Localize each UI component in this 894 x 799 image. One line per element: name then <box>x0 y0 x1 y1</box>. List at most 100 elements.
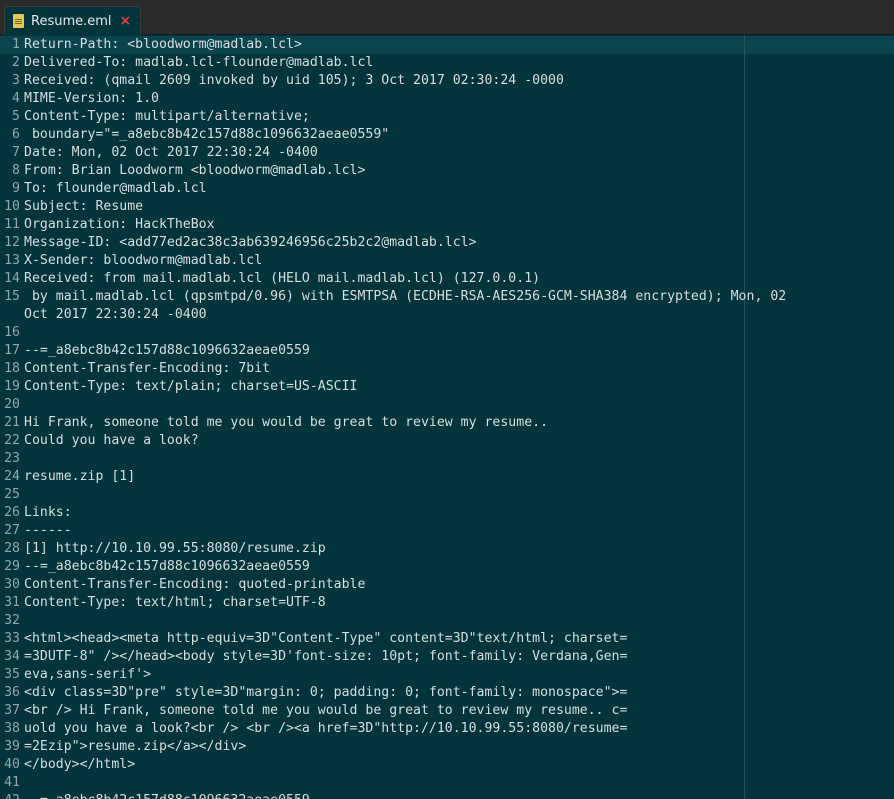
line-number: 20 <box>4 397 20 412</box>
code-line: 33 <html><head><meta http-equiv=3D"Conten… <box>0 630 894 648</box>
line-number: 30 <box>4 577 20 592</box>
tab-bar: Resume.eml × <box>0 0 894 35</box>
line-number: 11 <box>4 217 20 232</box>
line-text: eva,sans-serif'> <box>24 667 152 682</box>
line-text: Content-Type: multipart/alternative; <box>24 109 310 124</box>
line-number: 29 <box>4 559 20 574</box>
line-text: Content-Type: text/html; charset=UTF-8 <box>24 595 326 610</box>
line-number: 19 <box>4 379 20 394</box>
line-text: Hi Frank, someone told me you would be g… <box>24 415 549 430</box>
line-number: 15 <box>4 289 20 304</box>
line-text: Links: <box>24 505 72 520</box>
line-number: 39 <box>4 739 20 754</box>
line-number: 8 <box>12 163 20 178</box>
code-line: 6 boundary="=_a8ebc8b42c157d88c1096632ae… <box>0 126 894 144</box>
editor-area[interactable]: 1 Return-Path: <bloodworm@madlab.lcl> 2 Del… <box>0 35 894 799</box>
code-lines: 1 Return-Path: <bloodworm@madlab.lcl> 2 Del… <box>0 36 894 799</box>
code-line: 25 <box>0 486 894 504</box>
line-text: Content-Type: text/plain; charset=US-ASC… <box>24 379 358 394</box>
line-text: Organization: HackTheBox <box>24 217 215 232</box>
line-number: 28 <box>4 541 20 556</box>
code-line: 11 Organization: HackTheBox <box>0 216 894 234</box>
code-line: 35 eva,sans-serif'> <box>0 666 894 684</box>
line-number: 35 <box>4 667 20 682</box>
line-number: 34 <box>4 649 20 664</box>
code-line: 19 Content-Type: text/plain; charset=US-A… <box>0 378 894 396</box>
line-text: MIME-Version: 1.0 <box>24 91 159 106</box>
code-line: 29 --=_a8ebc8b42c157d88c1096632aeae0559 <box>0 558 894 576</box>
code-line: 9 To: flounder@madlab.lcl <box>0 180 894 198</box>
line-number: 5 <box>12 109 20 124</box>
code-line: 10 Subject: Resume <box>0 198 894 216</box>
line-number: 4 <box>12 91 20 106</box>
line-number: 24 <box>4 469 20 484</box>
code-line: 30 Content-Transfer-Encoding: quoted-prin… <box>0 576 894 594</box>
line-text: Delivered-To: madlab.lcl-flounder@madlab… <box>24 55 374 70</box>
code-line: 7 Date: Mon, 02 Oct 2017 22:30:24 -0400 <box>0 144 894 162</box>
code-line: 4 MIME-Version: 1.0 <box>0 90 894 108</box>
line-text: --=_a8ebc8b42c157d88c1096632aeae0559 <box>24 343 310 358</box>
line-number: 26 <box>4 505 20 520</box>
code-line: 21 Hi Frank, someone told me you would be… <box>0 414 894 432</box>
line-number: 27 <box>4 523 20 538</box>
code-line: 14 Received: from mail.madlab.lcl (HELO m… <box>0 270 894 288</box>
line-number: 7 <box>12 145 20 160</box>
line-number: 10 <box>4 199 20 214</box>
code-line: 16 <box>0 324 894 342</box>
line-number: 38 <box>4 721 20 736</box>
tab-title: Resume.eml <box>31 13 112 29</box>
close-icon[interactable]: × <box>120 13 132 29</box>
line-text: ------ <box>24 523 72 538</box>
code-line: 20 <box>0 396 894 414</box>
line-text: =2Ezip">resume.zip</a></div> <box>24 739 247 754</box>
code-line: 40 </body></html> <box>0 756 894 774</box>
line-text: Subject: Resume <box>24 199 144 214</box>
line-text: <br /> Hi Frank, someone told me you wou… <box>24 703 628 718</box>
line-number: 14 <box>4 271 20 286</box>
line-number: 17 <box>4 343 20 358</box>
code-line: 34 =3DUTF-8" /></head><body style=3D'font… <box>0 648 894 666</box>
code-line: Oct 2017 22:30:24 -0400 <box>0 306 894 324</box>
line-number: 36 <box>4 685 20 700</box>
line-number: 42 <box>0 792 20 799</box>
code-line: 31 Content-Type: text/html; charset=UTF-8 <box>0 594 894 612</box>
line-text: =3DUTF-8" /></head><body style=3D'font-s… <box>24 649 628 664</box>
code-line: 3 Received: (qmail 2609 invoked by uid 10… <box>0 72 894 90</box>
line-text: <html><head><meta http-equiv=3D"Content-… <box>24 631 628 646</box>
line-text: From: Brian Loodworm <bloodworm@madlab.l… <box>24 163 366 178</box>
line-number: 6 <box>12 127 20 142</box>
line-text: To: flounder@madlab.lcl <box>24 181 207 196</box>
line-number: 22 <box>4 433 20 448</box>
code-line: 27 ------ <box>0 522 894 540</box>
code-line: 32 <box>0 612 894 630</box>
code-line: 42 --=_a8ebc8b42c157d88c1096632aeae0559-- <box>0 792 894 799</box>
line-text: Oct 2017 22:30:24 -0400 <box>24 307 207 322</box>
line-number: 21 <box>4 415 20 430</box>
line-text: Received: (qmail 2609 invoked by uid 105… <box>24 73 564 88</box>
line-text: Date: Mon, 02 Oct 2017 22:30:24 -0400 <box>24 145 318 160</box>
line-number: 23 <box>4 451 20 466</box>
code-line: 37 <br /> Hi Frank, someone told me you w… <box>0 702 894 720</box>
line-number: 2 <box>12 55 20 70</box>
line-number: 12 <box>4 235 20 250</box>
code-line: 2 Delivered-To: madlab.lcl-flounder@madla… <box>0 54 894 72</box>
code-line: 28 [1] http://10.10.99.55:8080/resume.zip <box>0 540 894 558</box>
line-number: 18 <box>4 361 20 376</box>
line-number: 16 <box>4 325 20 340</box>
line-number: 3 <box>12 73 20 88</box>
line-text: X-Sender: bloodworm@madlab.lcl <box>24 253 263 268</box>
line-number: 37 <box>4 703 20 718</box>
line-number: 9 <box>12 181 20 196</box>
line-text: </body></html> <box>24 757 136 772</box>
line-text: --=_a8ebc8b42c157d88c1096632aeae0559-- <box>24 792 326 799</box>
line-text: Return-Path: <bloodworm@madlab.lcl> <box>24 37 302 52</box>
code-line: 36 <div class=3D"pre" style=3D"margin: 0;… <box>0 684 894 702</box>
line-text: Received: from mail.madlab.lcl (HELO mai… <box>24 271 541 286</box>
code-line: 8 From: Brian Loodworm <bloodworm@madlab.… <box>0 162 894 180</box>
code-line: 12 Message-ID: <add77ed2ac38c3ab639246956… <box>0 234 894 252</box>
tab-resume-eml[interactable]: Resume.eml × <box>4 6 141 35</box>
code-line: 38 uold you have a look?<br /> <br /><a h… <box>0 720 894 738</box>
line-text: <div class=3D"pre" style=3D"margin: 0; p… <box>24 685 628 700</box>
line-number: 31 <box>4 595 20 610</box>
line-number: 13 <box>4 253 20 268</box>
